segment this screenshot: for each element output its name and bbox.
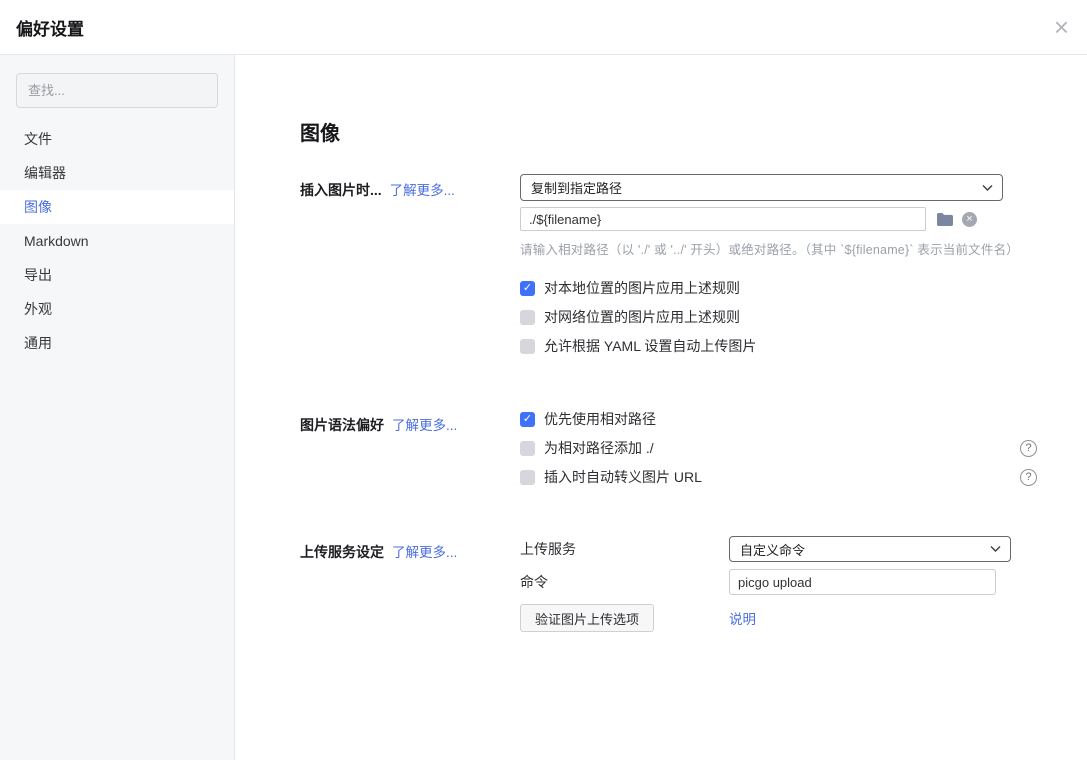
checkbox-escape-url-label: 插入时自动转义图片 URL [544, 467, 702, 487]
checkbox-apply-web[interactable] [520, 310, 535, 325]
window-title: 偏好设置 [16, 15, 84, 40]
close-icon[interactable]: × [1054, 14, 1069, 40]
command-input[interactable] [729, 569, 996, 595]
sidebar-item-general[interactable]: 通用 [0, 326, 234, 360]
insert-checkbox-group: 对本地位置的图片应用上述规则 对网络位置的图片应用上述规则 允许根据 YAML … [520, 278, 1037, 356]
titlebar: 偏好设置 × [0, 0, 1087, 55]
section-insert-image: 插入图片时...了解更多... 复制到指定路径 × 请输入相对路径（以 './' [300, 174, 1043, 365]
chevron-down-icon [982, 184, 993, 191]
sidebar-item-image[interactable]: 图像 [0, 190, 234, 224]
upload-service-field-label: 上传服务 [520, 539, 729, 559]
command-row: 命令 [520, 569, 1037, 595]
upload-service-select[interactable]: 自定义命令 [729, 536, 1011, 562]
checkbox-row-escape-url[interactable]: 插入时自动转义图片 URL ? [520, 467, 1037, 487]
path-hint-text: 请输入相对路径（以 './' 或 '../' 开头）或绝对路径。（其中 `${f… [520, 239, 1037, 258]
checkbox-yaml-upload[interactable] [520, 339, 535, 354]
image-syntax-label: 图片语法偏好 [300, 417, 384, 433]
checkbox-prefer-relative-label: 优先使用相对路径 [544, 409, 656, 429]
clear-path-icon[interactable]: × [962, 212, 977, 227]
checkbox-row-apply-web[interactable]: 对网络位置的图片应用上述规则 [520, 307, 1037, 327]
validate-upload-button[interactable]: 验证图片上传选项 [520, 604, 654, 632]
sidebar-search [0, 55, 234, 122]
checkbox-add-dot-slash[interactable] [520, 441, 535, 456]
checkbox-escape-url[interactable] [520, 470, 535, 485]
chevron-down-icon [990, 546, 1001, 553]
sidebar-item-editor[interactable]: 编辑器 [0, 156, 234, 190]
insert-action-selected-value: 复制到指定路径 [531, 178, 622, 197]
image-path-input[interactable] [520, 207, 926, 231]
checkbox-row-apply-local[interactable]: 对本地位置的图片应用上述规则 [520, 278, 1037, 298]
checkbox-apply-web-label: 对网络位置的图片应用上述规则 [544, 307, 740, 327]
checkbox-apply-local[interactable] [520, 281, 535, 296]
help-icon[interactable]: ? [1020, 469, 1037, 486]
validate-row: 验证图片上传选项 说明 [520, 604, 1037, 632]
image-syntax-learn-more-link[interactable]: 了解更多... [392, 418, 457, 433]
content-pane: 图像 插入图片时... 了解更多... 复制到指定路径 × [235, 55, 1087, 760]
sidebar-item-export[interactable]: 导出 [0, 258, 234, 292]
section-image-syntax: 图片语法偏好了解更多... 优先使用相对路径 为相对路径添加 ./ ? 插入时自… [300, 409, 1043, 496]
checkbox-yaml-upload-label: 允许根据 YAML 设置自动上传图片 [544, 336, 756, 356]
insert-image-label: 插入图片时... [300, 182, 382, 198]
sidebar-nav: 文件 编辑器 图像 Markdown 导出 外观 通用 [0, 122, 234, 360]
sidebar-item-markdown[interactable]: Markdown [0, 224, 234, 258]
checkbox-row-yaml-upload[interactable]: 允许根据 YAML 设置自动上传图片 [520, 336, 1037, 356]
insert-image-learn-more-link[interactable]: 了解更多... [390, 183, 455, 198]
upload-service-learn-more-link[interactable]: 了解更多... [392, 545, 457, 560]
sidebar: 文件 编辑器 图像 Markdown 导出 外观 通用 [0, 55, 235, 760]
checkbox-add-dot-slash-label: 为相对路径添加 ./ [544, 438, 654, 458]
checkbox-prefer-relative[interactable] [520, 412, 535, 427]
page-title: 图像 [300, 117, 1043, 146]
sidebar-item-files[interactable]: 文件 [0, 122, 234, 156]
upload-service-row: 上传服务 自定义命令 [520, 536, 1037, 562]
search-input[interactable] [16, 73, 218, 108]
upload-service-selected-value: 自定义命令 [740, 540, 805, 559]
folder-icon[interactable] [937, 213, 953, 226]
sidebar-item-appearance[interactable]: 外观 [0, 292, 234, 326]
upload-service-label: 上传服务设定 [300, 544, 384, 560]
checkbox-apply-local-label: 对本地位置的图片应用上述规则 [544, 278, 740, 298]
upload-help-link[interactable]: 说明 [729, 608, 756, 628]
checkbox-row-prefer-relative[interactable]: 优先使用相对路径 [520, 409, 1037, 429]
insert-action-select[interactable]: 复制到指定路径 [520, 174, 1003, 201]
command-field-label: 命令 [520, 572, 729, 592]
help-icon[interactable]: ? [1020, 440, 1037, 457]
image-path-row: × [520, 207, 1037, 231]
checkbox-row-add-dot-slash[interactable]: 为相对路径添加 ./ ? [520, 438, 1037, 458]
section-upload-service: 上传服务设定了解更多... 上传服务 自定义命令 命令 [300, 536, 1043, 639]
